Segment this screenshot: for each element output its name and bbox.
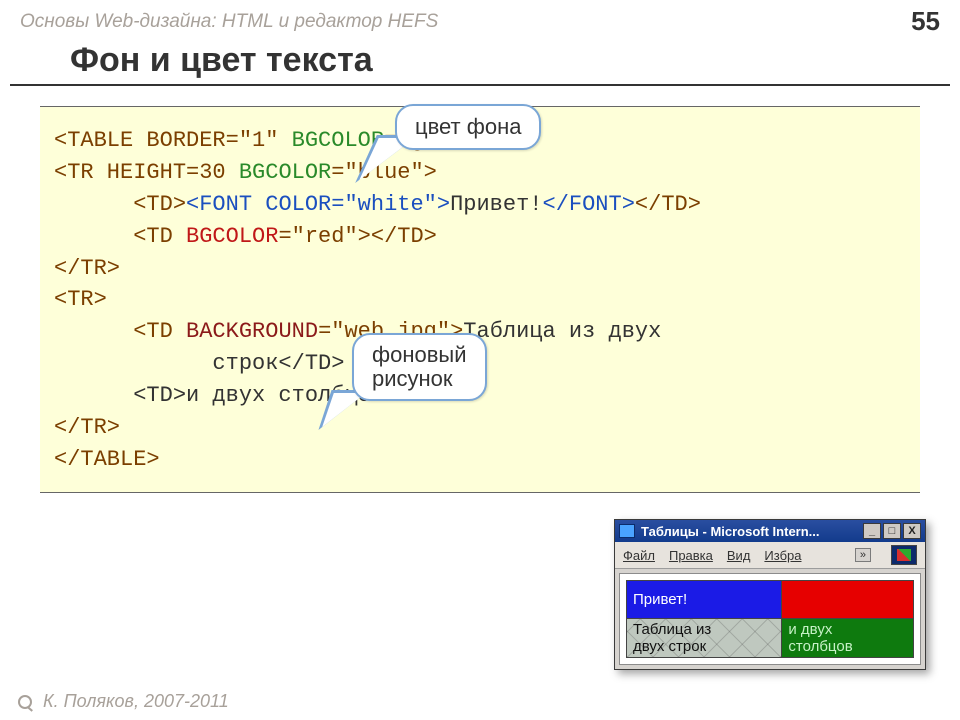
code-l3b: <FONT COLOR="white">: [186, 192, 450, 217]
code-l10: </TR>: [54, 415, 120, 440]
slide-title: Фон и цвет текста: [10, 41, 950, 86]
ie-logo-icon: [891, 545, 917, 565]
menu-view[interactable]: Вид: [727, 548, 751, 563]
callout-bg-image-l1: фоновый: [372, 342, 467, 367]
close-button[interactable]: X: [903, 523, 921, 539]
code-l4c: ="red">: [278, 224, 370, 249]
cell-b2: и двухстолбцов: [782, 619, 914, 658]
code-l7b: BACKGROUND: [186, 319, 318, 344]
minimize-button[interactable]: _: [863, 523, 881, 539]
code-l3d: </FONT>: [543, 192, 635, 217]
cell-a1: Привет!: [627, 581, 782, 619]
browser-app-icon: [619, 524, 635, 538]
code-l2a: <TR HEIGHT=30: [54, 160, 239, 185]
menu-file[interactable]: Файл: [623, 548, 655, 563]
code-l5: </TR>: [54, 256, 120, 281]
code-l11: </TABLE>: [54, 447, 160, 472]
code-l4a: <TD: [54, 224, 186, 249]
code-l1a: <TABLE BORDER="1": [54, 128, 292, 153]
code-l7d: Таблица из двух: [463, 319, 661, 344]
code-l2b: BGCOLOR: [239, 160, 331, 185]
menu-fav[interactable]: Избра: [764, 548, 801, 563]
browser-client: Привет! Таблица издвух строк и двухстолб…: [619, 573, 921, 665]
cell-a2: [782, 581, 914, 619]
code-l4d: </TD>: [371, 224, 437, 249]
rendered-table: Привет! Таблица издвух строк и двухстолб…: [626, 580, 914, 658]
callout-bg-image: фоновый рисунок: [352, 333, 487, 401]
browser-menubar: Файл Правка Вид Избра »: [615, 542, 925, 569]
menu-overflow[interactable]: »: [855, 548, 871, 562]
page-number: 55: [911, 6, 940, 37]
menu-edit[interactable]: Правка: [669, 548, 713, 563]
callout-bg-image-l2: рисунок: [372, 366, 453, 391]
browser-title: Таблицы - Microsoft Intern...: [641, 524, 863, 539]
cell-b1: Таблица издвух строк: [627, 619, 782, 658]
code-l6: <TR>: [54, 287, 107, 312]
code-block: <TABLE BORDER="1" BGCOLOR="green"> <TR H…: [40, 106, 920, 493]
browser-titlebar[interactable]: Таблицы - Microsoft Intern... _ □ X: [615, 520, 925, 542]
callout-bg-color: цвет фона: [395, 104, 541, 150]
code-l3e: </TD>: [635, 192, 701, 217]
code-l7a: <TD: [54, 319, 186, 344]
code-l3c: Привет!: [450, 192, 542, 217]
maximize-button[interactable]: □: [883, 523, 901, 539]
header-left: Основы Web-дизайна: HTML и редактор HEFS: [20, 11, 438, 33]
code-l3a: <TD>: [54, 192, 186, 217]
browser-window: Таблицы - Microsoft Intern... _ □ X Файл…: [614, 519, 926, 670]
table-row: Привет!: [627, 581, 914, 619]
table-row: Таблица издвух строк и двухстолбцов: [627, 619, 914, 658]
slide-footer: К. Поляков, 2007-2011: [18, 691, 229, 712]
footer-text: К. Поляков, 2007-2011: [43, 691, 229, 711]
code-l4b: BGCOLOR: [186, 224, 278, 249]
footer-icon: [18, 695, 32, 709]
code-l8: строк</TD>: [54, 351, 344, 376]
